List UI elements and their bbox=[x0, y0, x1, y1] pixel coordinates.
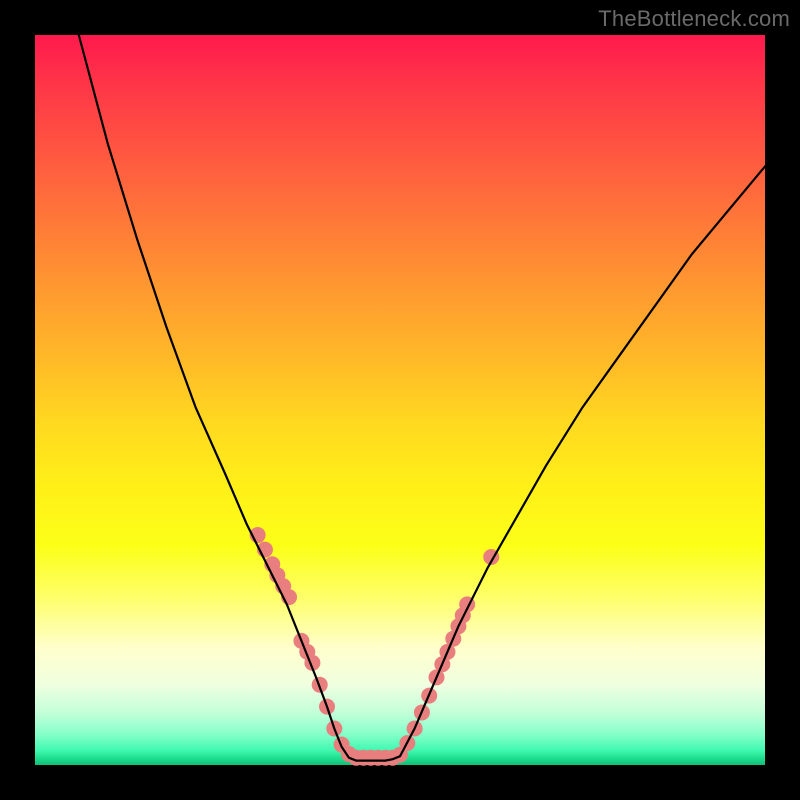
bottleneck-curve bbox=[79, 35, 765, 761]
markers-group bbox=[250, 527, 500, 766]
plot-area bbox=[35, 35, 765, 765]
chart-frame: TheBottleneck.com bbox=[0, 0, 800, 800]
chart-svg bbox=[35, 35, 765, 765]
watermark-text: TheBottleneck.com bbox=[598, 6, 790, 32]
curve-group bbox=[79, 35, 765, 761]
